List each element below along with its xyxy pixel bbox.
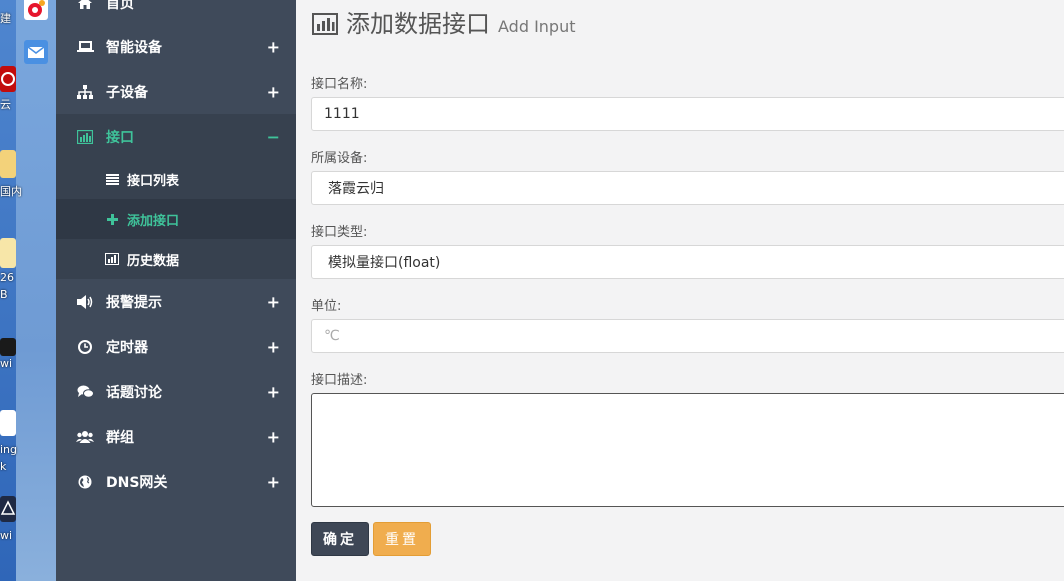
desktop-label: wi: [0, 357, 13, 370]
unit-input[interactable]: ℃: [311, 319, 1064, 353]
sidebar-item-subdevices[interactable]: 子设备 +: [56, 69, 296, 114]
device-select[interactable]: 落霞云归: [311, 171, 1064, 205]
expand-icon: +: [266, 37, 280, 56]
description-label: 接口描述:: [311, 373, 368, 388]
globe-icon: [76, 473, 94, 491]
sidebar-item-home[interactable]: 首页: [56, 0, 296, 25]
sidebar-item-timer[interactable]: 定时器 +: [56, 324, 296, 369]
desktop-strip: 建 云 国内 26 B wi ing k wi: [0, 0, 56, 581]
expand-icon: +: [266, 82, 280, 101]
desktop-label: k: [0, 460, 7, 473]
file-icon[interactable]: [0, 238, 16, 268]
name-label: 接口名称:: [311, 77, 368, 92]
app-icon[interactable]: [0, 338, 16, 356]
desktop-label: ing: [0, 443, 18, 456]
interfaces-submenu: 接口列表 添加接口 历史数据: [56, 159, 296, 279]
type-select[interactable]: 模拟量接口(float): [311, 245, 1064, 279]
sidebar-subitem-history[interactable]: 历史数据: [56, 239, 296, 279]
sidebar-item-label: DNS网关: [106, 474, 168, 491]
sidebar-item-alarms[interactable]: 报警提示 +: [56, 279, 296, 324]
desktop-label: 云: [0, 98, 11, 111]
device-label: 所属设备:: [311, 151, 368, 166]
sidebar-item-label: 接口: [106, 129, 134, 146]
page-header: 添加数据接口 Add Input: [312, 4, 576, 39]
expand-icon: +: [266, 472, 280, 491]
sidebar-item-label: 智能设备: [106, 39, 162, 56]
mail-icon[interactable]: [24, 40, 48, 64]
list-icon: [105, 172, 119, 186]
reset-button[interactable]: 重置: [373, 522, 431, 556]
sidebar-item-label: 话题讨论: [106, 384, 162, 401]
warning-app-icon[interactable]: [0, 496, 16, 522]
comments-icon: [76, 383, 94, 401]
sidebar-subitem-add-interface[interactable]: 添加接口: [56, 199, 296, 239]
description-textarea[interactable]: [311, 393, 1064, 507]
sidebar-item-label: 报警提示: [106, 294, 162, 311]
page-title: 添加数据接口: [346, 10, 490, 38]
type-label: 接口类型:: [311, 225, 368, 240]
clock-icon: [76, 338, 94, 356]
sidebar-item-groups[interactable]: 群组 +: [56, 414, 296, 459]
main-content: 添加数据接口 Add Input 接口名称: 1111 所属设备: 落霞云归 接…: [296, 0, 1064, 581]
bar-chart-icon: [76, 128, 94, 146]
expand-icon: +: [266, 427, 280, 446]
name-input[interactable]: 1111: [311, 97, 1064, 131]
desktop-label: wi: [0, 529, 13, 542]
submit-button[interactable]: 确定: [311, 522, 369, 556]
expand-icon: +: [266, 292, 280, 311]
users-icon: [76, 428, 94, 446]
sidebar-subitem-label: 添加接口: [127, 213, 180, 229]
volume-icon: [76, 293, 94, 311]
collapse-icon: −: [266, 127, 280, 146]
folder-icon[interactable]: [0, 150, 16, 178]
desktop-label: 国内: [0, 185, 22, 198]
sidebar-item-dns-gateway[interactable]: DNS网关 +: [56, 459, 296, 504]
laptop-icon: [76, 38, 94, 56]
sidebar-item-label: 子设备: [106, 84, 148, 101]
desktop-label: 26: [0, 271, 14, 284]
sidebar-item-label: 定时器: [106, 339, 148, 356]
sidebar-item-topics[interactable]: 话题讨论 +: [56, 369, 296, 414]
bar-chart-icon: [105, 252, 119, 266]
page-subtitle: Add Input: [498, 17, 576, 36]
unit-label: 单位:: [311, 299, 342, 314]
weibo-icon[interactable]: [24, 0, 48, 20]
sidebar: 首页 智能设备 + 子设备 + 接口 − 接口列表 添加接口 历史数据 报警提示…: [56, 0, 296, 581]
sidebar-subitem-label: 接口列表: [127, 173, 180, 189]
bar-chart-icon: [312, 12, 338, 35]
sidebar-subitem-label: 历史数据: [127, 253, 180, 269]
sidebar-item-label: 群组: [106, 429, 134, 446]
sidebar-subitem-interface-list[interactable]: 接口列表: [56, 159, 296, 199]
desktop-label: B: [0, 288, 8, 301]
sidebar-item-label: 首页: [106, 0, 134, 12]
plus-icon: [105, 212, 119, 226]
sitemap-icon: [76, 83, 94, 101]
sidebar-item-devices[interactable]: 智能设备 +: [56, 24, 296, 69]
expand-icon: +: [266, 337, 280, 356]
netease-music-icon[interactable]: [0, 66, 16, 92]
expand-icon: +: [266, 382, 280, 401]
desktop-column: [16, 0, 56, 581]
sidebar-item-interfaces[interactable]: 接口 −: [56, 114, 296, 159]
desktop-label: 建: [0, 12, 11, 25]
doc-icon[interactable]: [0, 410, 16, 436]
home-icon: [76, 0, 94, 12]
